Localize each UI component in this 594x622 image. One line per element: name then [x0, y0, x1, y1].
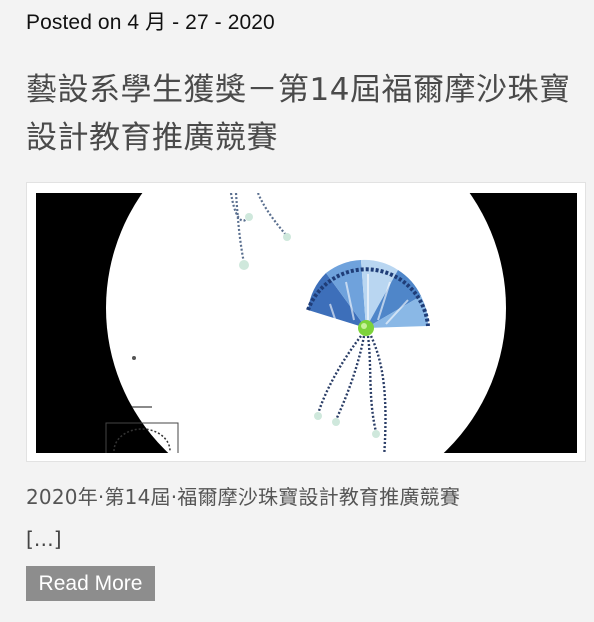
- post-title[interactable]: 藝設系學生獲獎－第14屆福爾摩沙珠寶設計教育推廣競賽: [26, 66, 578, 162]
- read-more-button[interactable]: Read More: [26, 566, 155, 601]
- post-date: Posted on 4 月 - 27 - 2020: [26, 11, 275, 34]
- blog-post: Posted on 4 月 - 27 - 2020 藝設系學生獲獎－第14屆福爾…: [0, 0, 594, 622]
- excerpt-ellipsis: […]: [26, 527, 62, 551]
- featured-image[interactable]: [36, 193, 577, 453]
- featured-image-frame[interactable]: [26, 182, 586, 462]
- jewelry-artwork-illustration: [36, 193, 577, 453]
- post-excerpt: 2020年·第14屆·福爾摩沙珠寶設計教育推廣競賽: [26, 485, 461, 509]
